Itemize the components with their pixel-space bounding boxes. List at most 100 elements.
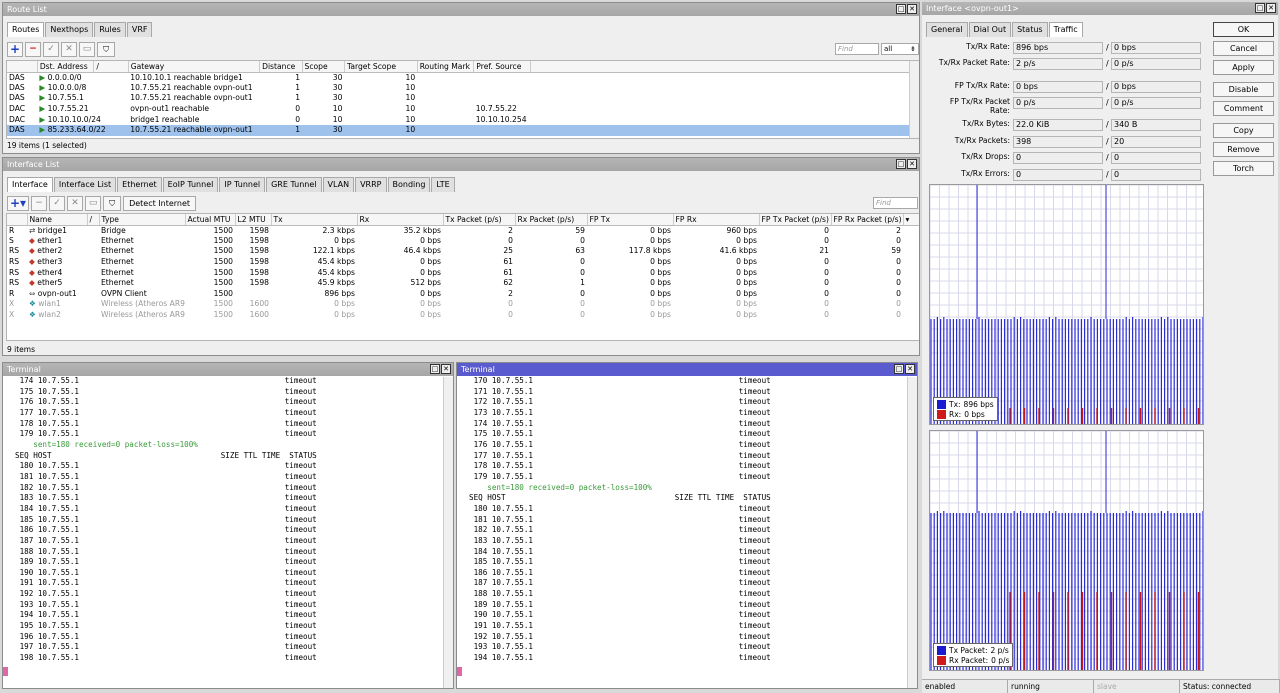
close-icon[interactable]: ✕ [907,4,917,14]
field-value-tx[interactable]: 0 p/s [1013,97,1103,109]
scrollbar[interactable] [907,377,917,688]
column-header[interactable]: Tx [271,214,358,226]
comment-icon[interactable]: ▭ [79,41,96,57]
chevron-down-icon[interactable]: ▾ [903,214,919,226]
disable-button[interactable]: Disable [1213,82,1274,97]
field-value-tx[interactable]: 398 [1013,136,1103,148]
interface-window-titlebar[interactable]: Interface <ovpn-out1> □ ✕ [922,2,1278,15]
terminal-output[interactable]: 170 10.7.55.1 timeout 171 10.7.55.1 time… [457,376,917,664]
column-header[interactable]: L2 MTU [235,214,272,226]
table-row[interactable]: RS ◆ ether3 Ethernet 1500 1598 45.4 kbps 0 bps… [7,257,919,268]
field-value-rx[interactable]: 0 p/s [1111,97,1201,109]
find-input[interactable]: Find [835,43,879,55]
maximize-icon[interactable]: □ [1255,3,1265,13]
apply-button[interactable]: Apply [1213,60,1274,75]
column-header[interactable]: Pref. Source [473,61,531,73]
field-value-rx[interactable]: 0 bps [1111,42,1201,54]
table-row[interactable]: DAS ▶ 10.7.55.1 10.7.55.21 reachable ovpn-… [7,93,919,104]
interface-tab-interface[interactable]: Interface [7,177,53,192]
maximize-icon[interactable]: □ [430,364,440,374]
enable-icon[interactable]: ✓ [49,195,66,211]
cancel-button[interactable]: Cancel [1213,41,1274,56]
table-row[interactable]: DAC ▶ 10.7.55.21 ovpn-out1 reachable 0 10 10 1… [7,104,919,115]
disable-icon[interactable]: ✕ [67,195,84,211]
column-header[interactable]: Gateway [128,61,261,73]
field-value-tx[interactable]: 22.0 KiB [1013,119,1103,131]
iface-tab-traffic[interactable]: Traffic [1048,22,1083,37]
field-value-tx[interactable]: 0 bps [1013,81,1103,93]
find-input[interactable]: Find [873,197,918,209]
field-value-tx[interactable]: 896 bps [1013,42,1103,54]
close-icon[interactable]: ✕ [441,364,451,374]
table-row[interactable]: R ⇔ ovpn-out1 OVPN Client 1500 896 bps 0 bps 2… [7,289,919,300]
interface-tab-gre-tunnel[interactable]: GRE Tunnel [266,177,322,192]
maximize-icon[interactable]: □ [896,159,906,169]
interface-list-titlebar[interactable]: Interface List □ ✕ [3,158,919,171]
column-header[interactable]: / [87,214,100,226]
route-tab-rules[interactable]: Rules [94,22,126,37]
ok-button[interactable]: OK [1213,22,1274,37]
route-tab-vrf[interactable]: VRF [126,22,153,37]
remove-icon[interactable]: − [25,41,42,57]
close-icon[interactable]: ✕ [1266,3,1276,13]
route-tab-nexthops[interactable]: Nexthops [45,22,94,37]
interface-tab-interface-list[interactable]: Interface List [53,177,117,192]
copy-button[interactable]: Copy [1213,123,1274,138]
field-value-rx[interactable]: 0 [1111,152,1201,164]
close-icon[interactable]: ✕ [905,364,915,374]
enable-icon[interactable]: ✓ [43,41,60,57]
interface-tab-vrrp[interactable]: VRRP [355,177,387,192]
table-row[interactable]: S ◆ ether1 Ethernet 1500 1598 0 bps 0 bps 0 0 0 b… [7,236,919,247]
scrollbar[interactable] [443,377,453,688]
table-row[interactable]: R ⇄ bridge1 Bridge 1500 1598 2.3 kbps 35.2 kbp… [7,225,919,236]
torch-button[interactable]: Torch [1213,161,1274,176]
table-row[interactable]: DAS ▶ 0.0.0.0/0 10.10.10.1 reachable bridg… [7,72,919,83]
column-header[interactable]: Routing Mark [417,61,475,73]
table-row[interactable]: X ❖ wlan1 Wireless (Atheros AR9... 1500 1600… [7,299,919,310]
interface-tab-ethernet[interactable]: Ethernet [117,177,162,192]
remove-icon[interactable]: − [31,195,48,211]
field-value-tx[interactable]: 2 p/s [1013,58,1103,70]
field-value-rx[interactable]: 0 bps [1111,81,1201,93]
column-header[interactable] [7,61,38,73]
close-icon[interactable]: ✕ [907,159,917,169]
interface-tab-vlan[interactable]: VLAN [322,177,355,192]
comment-icon[interactable]: ▭ [85,195,102,211]
column-header[interactable]: Target Scope [344,61,418,73]
table-row[interactable]: DAS ▶ 10.0.0.0/8 10.7.55.21 reachable ovpn… [7,83,919,94]
field-value-tx[interactable]: 0 [1013,169,1103,181]
disable-icon[interactable]: ✕ [61,41,78,57]
field-value-rx[interactable]: 340 B [1111,119,1201,131]
terminal-output[interactable]: 174 10.7.55.1 timeout 175 10.7.55.1 time… [3,376,453,664]
column-header[interactable]: FP Tx [587,214,674,226]
column-header[interactable]: Tx Packet (p/s) [443,214,516,226]
table-row[interactable]: RS ◆ ether4 Ethernet 1500 1598 45.4 kbps 0 bps… [7,267,919,278]
filter-icon[interactable]: ⛉ [103,195,122,211]
column-header[interactable]: Name [27,214,88,226]
column-header[interactable]: FP Tx Packet (p/s) [759,214,832,226]
interface-tab-eoip-tunnel[interactable]: EoIP Tunnel [162,177,219,192]
interface-tab-bonding[interactable]: Bonding [387,177,431,192]
column-header[interactable]: Rx Packet (p/s) [515,214,588,226]
iface-tab-general[interactable]: General [926,22,968,37]
column-header[interactable]: Type [99,214,186,226]
column-header[interactable]: FP Rx Packet (p/s) [831,214,904,226]
filter-select[interactable]: all ⇟ [881,43,919,55]
column-header[interactable] [7,214,28,226]
remove-button[interactable]: Remove [1213,142,1274,157]
terminal-titlebar[interactable]: Terminal □ ✕ [3,363,453,376]
detect-internet-button[interactable]: Detect Internet [123,195,197,211]
field-value-rx[interactable]: 0 p/s [1111,58,1201,70]
filter-icon[interactable]: ⛉ [97,41,116,57]
table-row[interactable]: DAS ▶ 85.233.64.0/22 10.7.55.21 reachable … [7,124,919,136]
field-value-rx[interactable]: 20 [1111,136,1201,148]
field-value-rx[interactable]: 0 [1111,169,1201,181]
scrollbar[interactable] [909,61,919,138]
route-tab-routes[interactable]: Routes [7,22,45,37]
add-icon[interactable]: + [7,41,24,57]
table-row[interactable]: RS ◆ ether2 Ethernet 1500 1598 122.1 kbps 46.4… [7,246,919,257]
column-header[interactable]: / [93,61,129,73]
route-list-titlebar[interactable]: Route List □ ✕ [3,3,919,16]
column-header[interactable]: FP Rx [673,214,760,226]
table-row[interactable]: X ❖ wlan2 Wireless (Atheros AR9... 1500 1600… [7,310,919,321]
